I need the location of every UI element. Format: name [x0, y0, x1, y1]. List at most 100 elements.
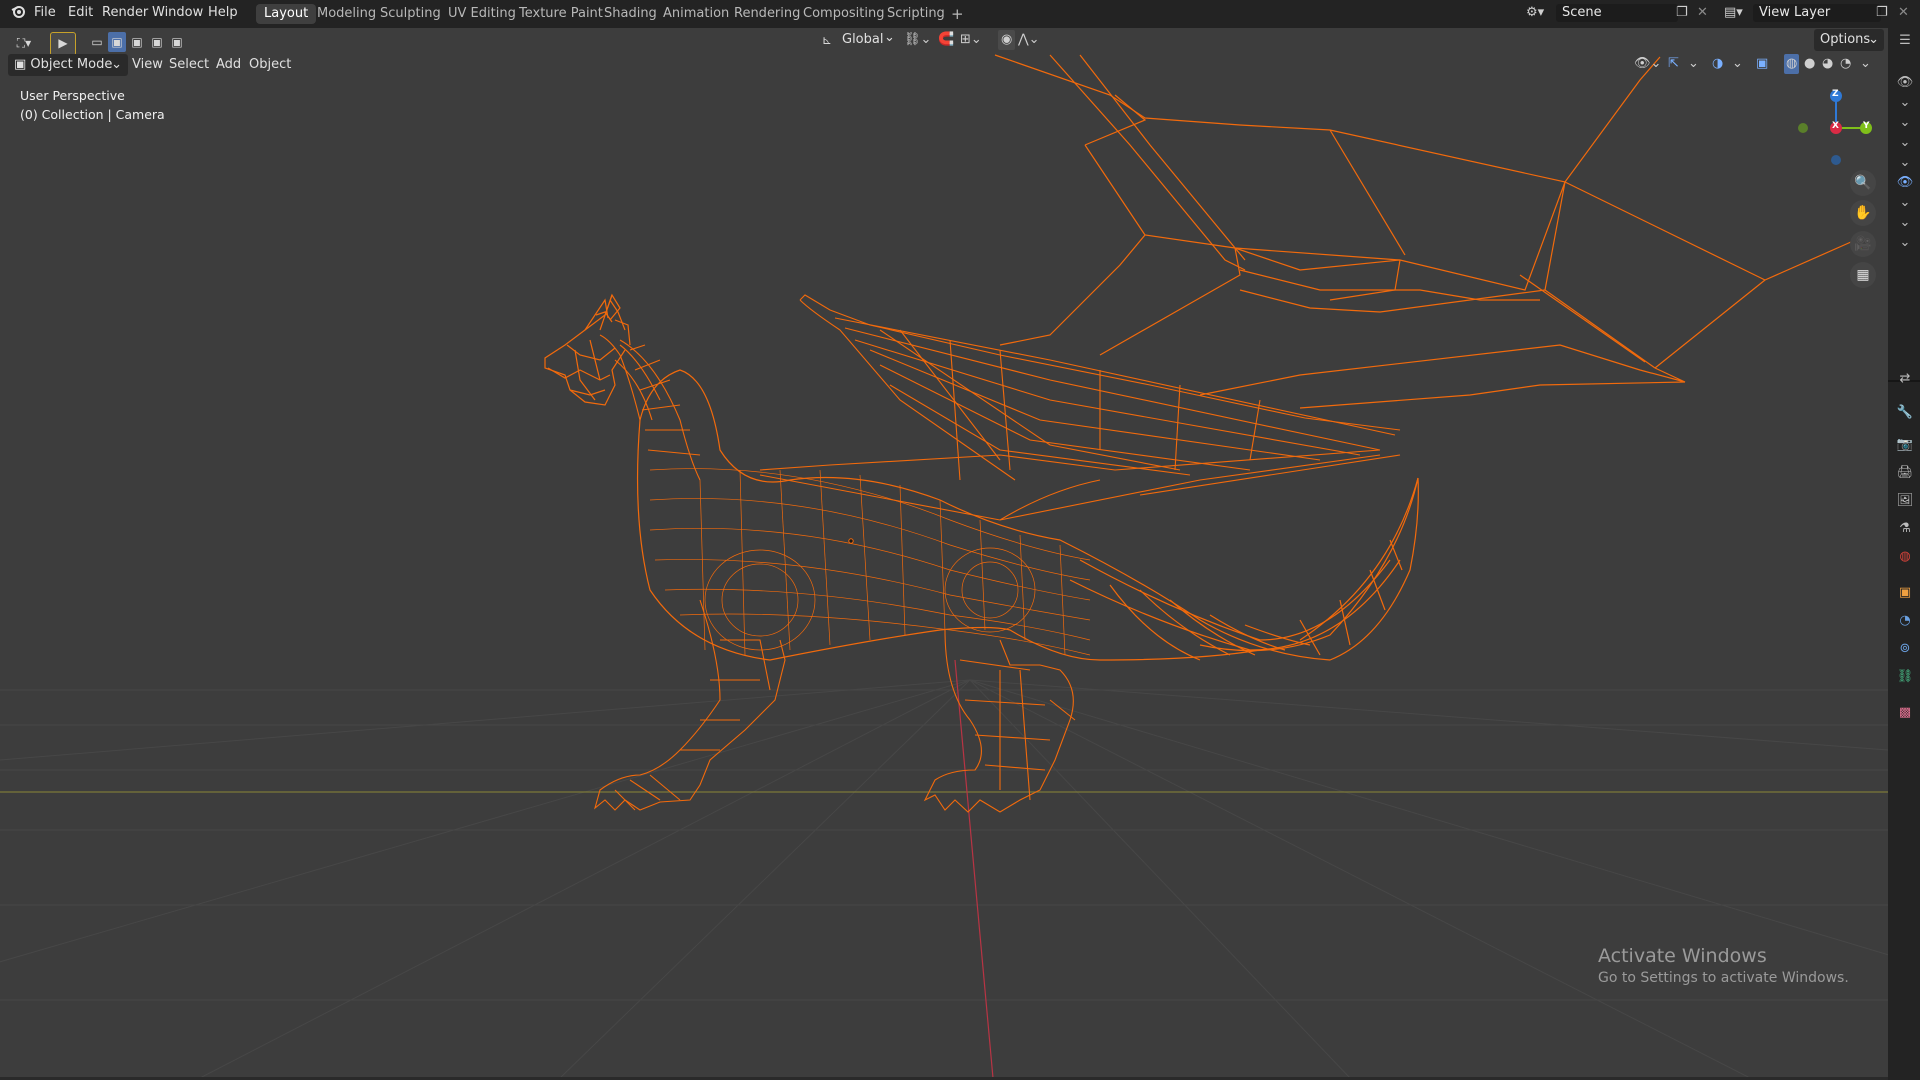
visibility-eye-icon[interactable]: 👁 [1896, 174, 1914, 192]
collapse-chevron-icon[interactable]: ⌄ [1896, 114, 1914, 132]
modifier-properties-icon[interactable]: ◔ [1896, 612, 1914, 630]
x-axis-line [954, 659, 994, 1078]
solid-shading-icon[interactable]: ● [1804, 54, 1815, 74]
gizmo-neg-y [1798, 123, 1808, 133]
output-properties-icon[interactable]: 🖨 [1896, 464, 1914, 482]
navigation-gizmo[interactable]: Z X Y [1790, 88, 1880, 168]
view-layer-selector[interactable]: View Layer [1753, 4, 1881, 22]
watermark-title: Activate Windows [1598, 945, 1767, 967]
gizmo-x-label: X [1832, 121, 1839, 131]
chevron-down-icon: ⌄ [884, 30, 895, 45]
options-label: Options [1820, 32, 1871, 47]
collapse-chevron-icon[interactable]: ⌄ [1896, 134, 1914, 152]
tab-sculpting[interactable]: Sculpting [372, 4, 449, 24]
blender-logo-icon[interactable] [10, 3, 26, 26]
tab-scripting[interactable]: Scripting [879, 4, 953, 24]
texture-properties-icon[interactable]: ▩ [1896, 704, 1914, 722]
zoom-icon[interactable]: 🔍 [1850, 170, 1876, 196]
top-bar: File Edit Render Window Help Layout Mode… [0, 0, 1920, 28]
new-view-layer-icon[interactable]: ❐ [1876, 3, 1888, 23]
object-visibility-icon[interactable]: 👁⌄ [1634, 54, 1661, 74]
gizmo-dropdown-icon[interactable]: ⌄ [1688, 54, 1699, 74]
new-scene-icon[interactable]: ❐ [1676, 3, 1688, 23]
collapse-chevron-icon[interactable]: ⌄ [1896, 194, 1914, 212]
world-properties-icon[interactable]: ◍ [1896, 548, 1914, 566]
gizmo-neg-z [1831, 155, 1841, 165]
collapse-chevron-icon[interactable]: ⌄ [1896, 214, 1914, 232]
menu-select[interactable]: Select [163, 54, 215, 76]
transform-orientation-dropdown[interactable]: ⊾ Global ⌄ [818, 30, 896, 50]
editor-type-selector[interactable]: ⛶▾ [8, 33, 40, 53]
snap-icon[interactable]: 🧲 [938, 30, 954, 50]
camera-view-icon[interactable]: 🎥 [1850, 231, 1876, 257]
menu-add[interactable]: Add [210, 54, 247, 76]
properties-editor-icon[interactable]: ⇄ [1896, 370, 1914, 388]
select-subtract-icon[interactable]: ▣ [128, 32, 146, 52]
material-shading-icon[interactable]: ◕ [1822, 54, 1833, 74]
select-new-icon[interactable]: ▭ [88, 32, 106, 52]
collapse-chevron-icon[interactable]: ⌄ [1896, 234, 1914, 252]
menu-object[interactable]: Object [243, 54, 297, 76]
viewport-header: ⛶▾ ▶ ▭ ▣ ▣ ▣ ▣ ▣ Object Mode ⌄ View Selec… [0, 28, 1888, 84]
chevron-down-icon: ⌄ [111, 57, 122, 72]
selection-mode-group[interactable]: ▭ ▣ ▣ ▣ ▣ [88, 32, 184, 52]
tab-layout[interactable]: Layout [256, 4, 317, 24]
object-mode-dropdown[interactable]: ▣ Object Mode ⌄ [8, 54, 128, 76]
wireframe-shading-icon[interactable]: ◍ [1784, 54, 1800, 74]
editor-type-icon[interactable]: ⛶▾ [10, 33, 38, 53]
select-extend-icon[interactable]: ▣ [108, 32, 126, 52]
physics-properties-icon[interactable]: ⊚ [1896, 640, 1914, 658]
select-invert-icon[interactable]: ▣ [148, 32, 166, 52]
scene-selector[interactable]: Scene [1556, 4, 1678, 22]
object-properties-icon[interactable]: ▣ [1896, 584, 1914, 602]
remove-scene-icon[interactable]: ✕ [1697, 3, 1708, 23]
collapse-chevron-icon[interactable]: ⌄ [1896, 154, 1914, 172]
xray-toggle-icon[interactable]: ▣ [1756, 54, 1768, 74]
watermark-subtitle: Go to Settings to activate Windows. [1598, 970, 1849, 986]
view-layer-icon[interactable]: ▤▾ [1724, 3, 1743, 23]
visibility-eye-icon[interactable]: 👁 [1896, 74, 1914, 92]
transform-orientation-label: Global [842, 32, 884, 47]
view-perspective-label: User Perspective [20, 88, 125, 103]
tab-compositing[interactable]: Compositing [795, 4, 893, 24]
properties-sidebar: ☰ 👁 ⌄ ⌄ ⌄ ⌄ 👁 ⌄ ⌄ ⌄ ⇄ 🔧 📷 🖨 🖼 ⚗ ◍ ▣ ◔ ⊚ … [1888, 28, 1920, 1080]
proportional-edit-icon[interactable]: ◉ [998, 30, 1016, 50]
scene-icon[interactable]: ⚙▾ [1526, 3, 1544, 23]
ortho-toggle-icon[interactable]: ▦ [1850, 262, 1876, 288]
scene-properties-icon[interactable]: ⚗ [1896, 520, 1914, 538]
object-origin-point [848, 538, 854, 544]
render-properties-icon[interactable]: 📷 [1896, 436, 1914, 454]
rendered-shading-icon[interactable]: ◔ [1840, 54, 1851, 74]
tool-select-button[interactable]: ▶ [50, 32, 76, 56]
menu-render[interactable]: Render [102, 5, 148, 20]
tab-animation[interactable]: Animation [655, 4, 737, 24]
view-layer-properties-icon[interactable]: 🖼 [1896, 492, 1914, 510]
menu-window[interactable]: Window [152, 5, 203, 20]
menu-help[interactable]: Help [208, 5, 238, 20]
menu-file[interactable]: File [34, 5, 56, 20]
tool-properties-icon[interactable]: 🔧 [1896, 404, 1914, 422]
falloff-icon[interactable]: ⋀⌄ [1018, 30, 1040, 50]
snap-target-icon[interactable]: ⊞⌄ [960, 30, 982, 50]
gizmo-toggle-icon[interactable]: ⇱ [1668, 54, 1679, 74]
object-mode-label: Object Mode [30, 57, 113, 72]
constraint-properties-icon[interactable]: ⛓ [1896, 668, 1914, 686]
options-dropdown[interactable]: Options ⌄ [1814, 29, 1884, 51]
select-intersect-icon[interactable]: ▣ [168, 32, 186, 52]
remove-view-layer-icon[interactable]: ✕ [1898, 3, 1909, 23]
pivot-point-icon[interactable]: ⛓⌄ [904, 30, 931, 50]
viewport-scene[interactable] [0, 28, 1888, 1078]
chevron-down-icon: ⌄ [1868, 32, 1879, 47]
overlays-dropdown-icon[interactable]: ⌄ [1732, 54, 1743, 74]
3d-viewport[interactable] [0, 28, 1888, 1078]
menu-edit[interactable]: Edit [68, 5, 93, 20]
shading-dropdown-icon[interactable]: ⌄ [1860, 54, 1871, 74]
add-workspace-button[interactable]: + [943, 4, 972, 24]
pan-hand-icon[interactable]: ✋ [1850, 200, 1876, 226]
orientation-icon: ⊾ [821, 33, 833, 47]
outliner-editor-icon[interactable]: ☰ [1896, 32, 1914, 50]
gizmo-y-label: Y [1863, 121, 1870, 131]
collapse-chevron-icon[interactable]: ⌄ [1896, 94, 1914, 112]
overlays-toggle-icon[interactable]: ◑ [1712, 54, 1723, 74]
cursor-icon: ▶ [58, 36, 68, 50]
